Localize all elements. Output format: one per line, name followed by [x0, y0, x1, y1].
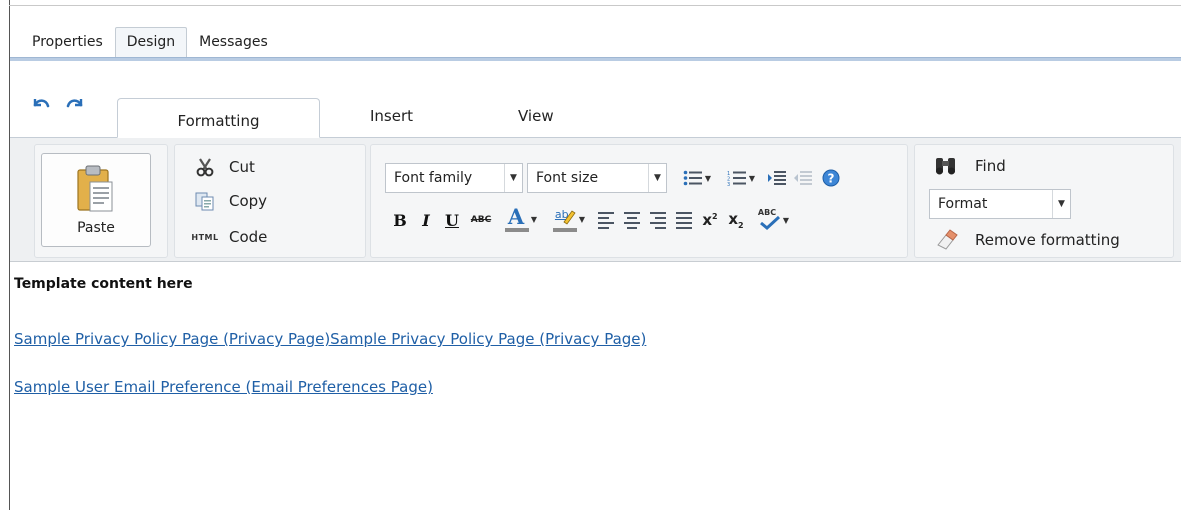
- font-color-glyph: A: [507, 204, 525, 229]
- paste-button[interactable]: Paste: [41, 153, 151, 247]
- align-left-button[interactable]: [595, 209, 617, 231]
- justify-button[interactable]: [673, 209, 695, 231]
- formatting-ribbon: Paste Cut Copy HTML Code Font family ▼ F…: [10, 138, 1181, 262]
- template-heading: Template content here: [14, 276, 193, 292]
- cut-label: Cut: [229, 158, 255, 176]
- find-label: Find: [975, 157, 1006, 175]
- chevron-down-icon: ▼: [1052, 190, 1070, 218]
- chevron-down-icon: ▼: [530, 214, 538, 224]
- format-select[interactable]: Format ▼: [929, 189, 1071, 219]
- undo-icon[interactable]: [30, 95, 52, 115]
- outdent-button[interactable]: [791, 167, 815, 189]
- chevron-down-icon: ▼: [748, 173, 756, 183]
- italic-button[interactable]: I: [415, 209, 437, 231]
- spellcheck-button[interactable]: ABC ▼: [753, 207, 793, 233]
- superscript-button[interactable]: x2: [699, 209, 721, 231]
- paste-group: Paste: [34, 144, 168, 258]
- ribbon-tab-insert[interactable]: Insert: [370, 98, 413, 138]
- font-size-value: Font size: [536, 170, 599, 186]
- frame-top-border: [9, 5, 1181, 6]
- format-value: Format: [938, 196, 988, 212]
- html-code-icon: HTML: [191, 232, 219, 242]
- bullet-list-icon: [683, 170, 702, 186]
- font-color-bar: [504, 228, 529, 232]
- code-label: Code: [229, 228, 268, 246]
- underline-button[interactable]: U: [441, 209, 463, 231]
- chevron-down-icon: ▼: [704, 173, 712, 183]
- privacy-policy-link[interactable]: Sample Privacy Policy Page (Privacy Page…: [14, 330, 646, 348]
- svg-text:3: 3: [727, 182, 730, 186]
- checkmark-icon: [759, 216, 780, 230]
- chevron-down-icon: ▼: [782, 215, 790, 225]
- subscript-icon: x2: [728, 210, 744, 230]
- clipboard-paste-icon: [77, 165, 113, 212]
- clipboard-group: Cut Copy HTML Code: [174, 144, 366, 258]
- top-tab-underline: [10, 57, 1181, 61]
- find-button[interactable]: Find: [933, 155, 1006, 177]
- tab-properties[interactable]: Properties: [20, 27, 115, 57]
- superscript-icon: x2: [702, 211, 718, 229]
- indent-icon: [768, 171, 786, 185]
- top-tab-bar: Properties Design Messages: [20, 27, 280, 57]
- font-size-select[interactable]: Font size ▼: [527, 163, 667, 193]
- outdent-icon: [794, 171, 812, 185]
- indent-button[interactable]: [765, 167, 789, 189]
- help-icon: ?: [822, 169, 840, 187]
- align-right-icon: [650, 211, 666, 229]
- scissors-icon: [193, 157, 217, 177]
- align-right-button[interactable]: [647, 209, 669, 231]
- copy-button[interactable]: Copy: [193, 189, 267, 213]
- strikethrough-button[interactable]: ABC: [467, 209, 495, 231]
- highlight-bar: [552, 228, 577, 232]
- eraser-icon: [933, 229, 959, 251]
- copy-icon: [193, 191, 217, 211]
- align-left-icon: [598, 211, 614, 229]
- justify-icon: [676, 211, 692, 229]
- font-color-icon: A: [504, 204, 529, 232]
- email-preference-link[interactable]: Sample User Email Preference (Email Pref…: [14, 378, 433, 396]
- ribbon-tab-formatting[interactable]: Formatting: [117, 98, 320, 138]
- svg-text:?: ?: [828, 172, 835, 186]
- code-button[interactable]: HTML Code: [191, 225, 268, 249]
- font-family-value: Font family: [394, 170, 473, 186]
- chevron-down-icon: ▼: [648, 164, 666, 192]
- remove-formatting-button[interactable]: Remove formatting: [933, 229, 1120, 251]
- numbered-list-icon: 1 2 3: [727, 171, 746, 186]
- ribbon-tab-view[interactable]: View: [518, 98, 554, 138]
- chevron-down-icon: ▼: [578, 214, 586, 224]
- editing-group: Find Format ▼ Remove formatting: [914, 144, 1174, 258]
- binoculars-icon: [933, 155, 959, 177]
- redo-icon[interactable]: [64, 95, 86, 115]
- font-color-button[interactable]: A ▼: [499, 204, 543, 233]
- numbered-list-button[interactable]: 1 2 3 ▼: [721, 167, 761, 189]
- highlight-icon: ab: [552, 206, 577, 232]
- copy-label: Copy: [229, 192, 268, 210]
- spellcheck-icon: ABC: [757, 208, 781, 232]
- font-family-select[interactable]: Font family ▼: [385, 163, 523, 193]
- undo-redo-group: [30, 95, 86, 115]
- chevron-down-icon: ▼: [504, 164, 522, 192]
- remove-formatting-label: Remove formatting: [975, 231, 1120, 249]
- marker-icon: [563, 210, 576, 225]
- font-group: Font family ▼ Font size ▼ ▼ 1 2 3 ▼ ? B …: [370, 144, 908, 258]
- align-center-button[interactable]: [621, 209, 643, 231]
- bullet-list-button[interactable]: ▼: [677, 167, 717, 189]
- tab-messages[interactable]: Messages: [187, 27, 280, 57]
- highlight-color-button[interactable]: ab ▼: [547, 205, 591, 233]
- subscript-button[interactable]: x2: [725, 209, 747, 231]
- tab-design[interactable]: Design: [114, 27, 188, 57]
- align-center-icon: [624, 211, 640, 229]
- bold-button[interactable]: B: [389, 209, 411, 231]
- cut-button[interactable]: Cut: [193, 155, 255, 179]
- paste-label: Paste: [77, 220, 115, 236]
- help-button[interactable]: ?: [819, 167, 843, 189]
